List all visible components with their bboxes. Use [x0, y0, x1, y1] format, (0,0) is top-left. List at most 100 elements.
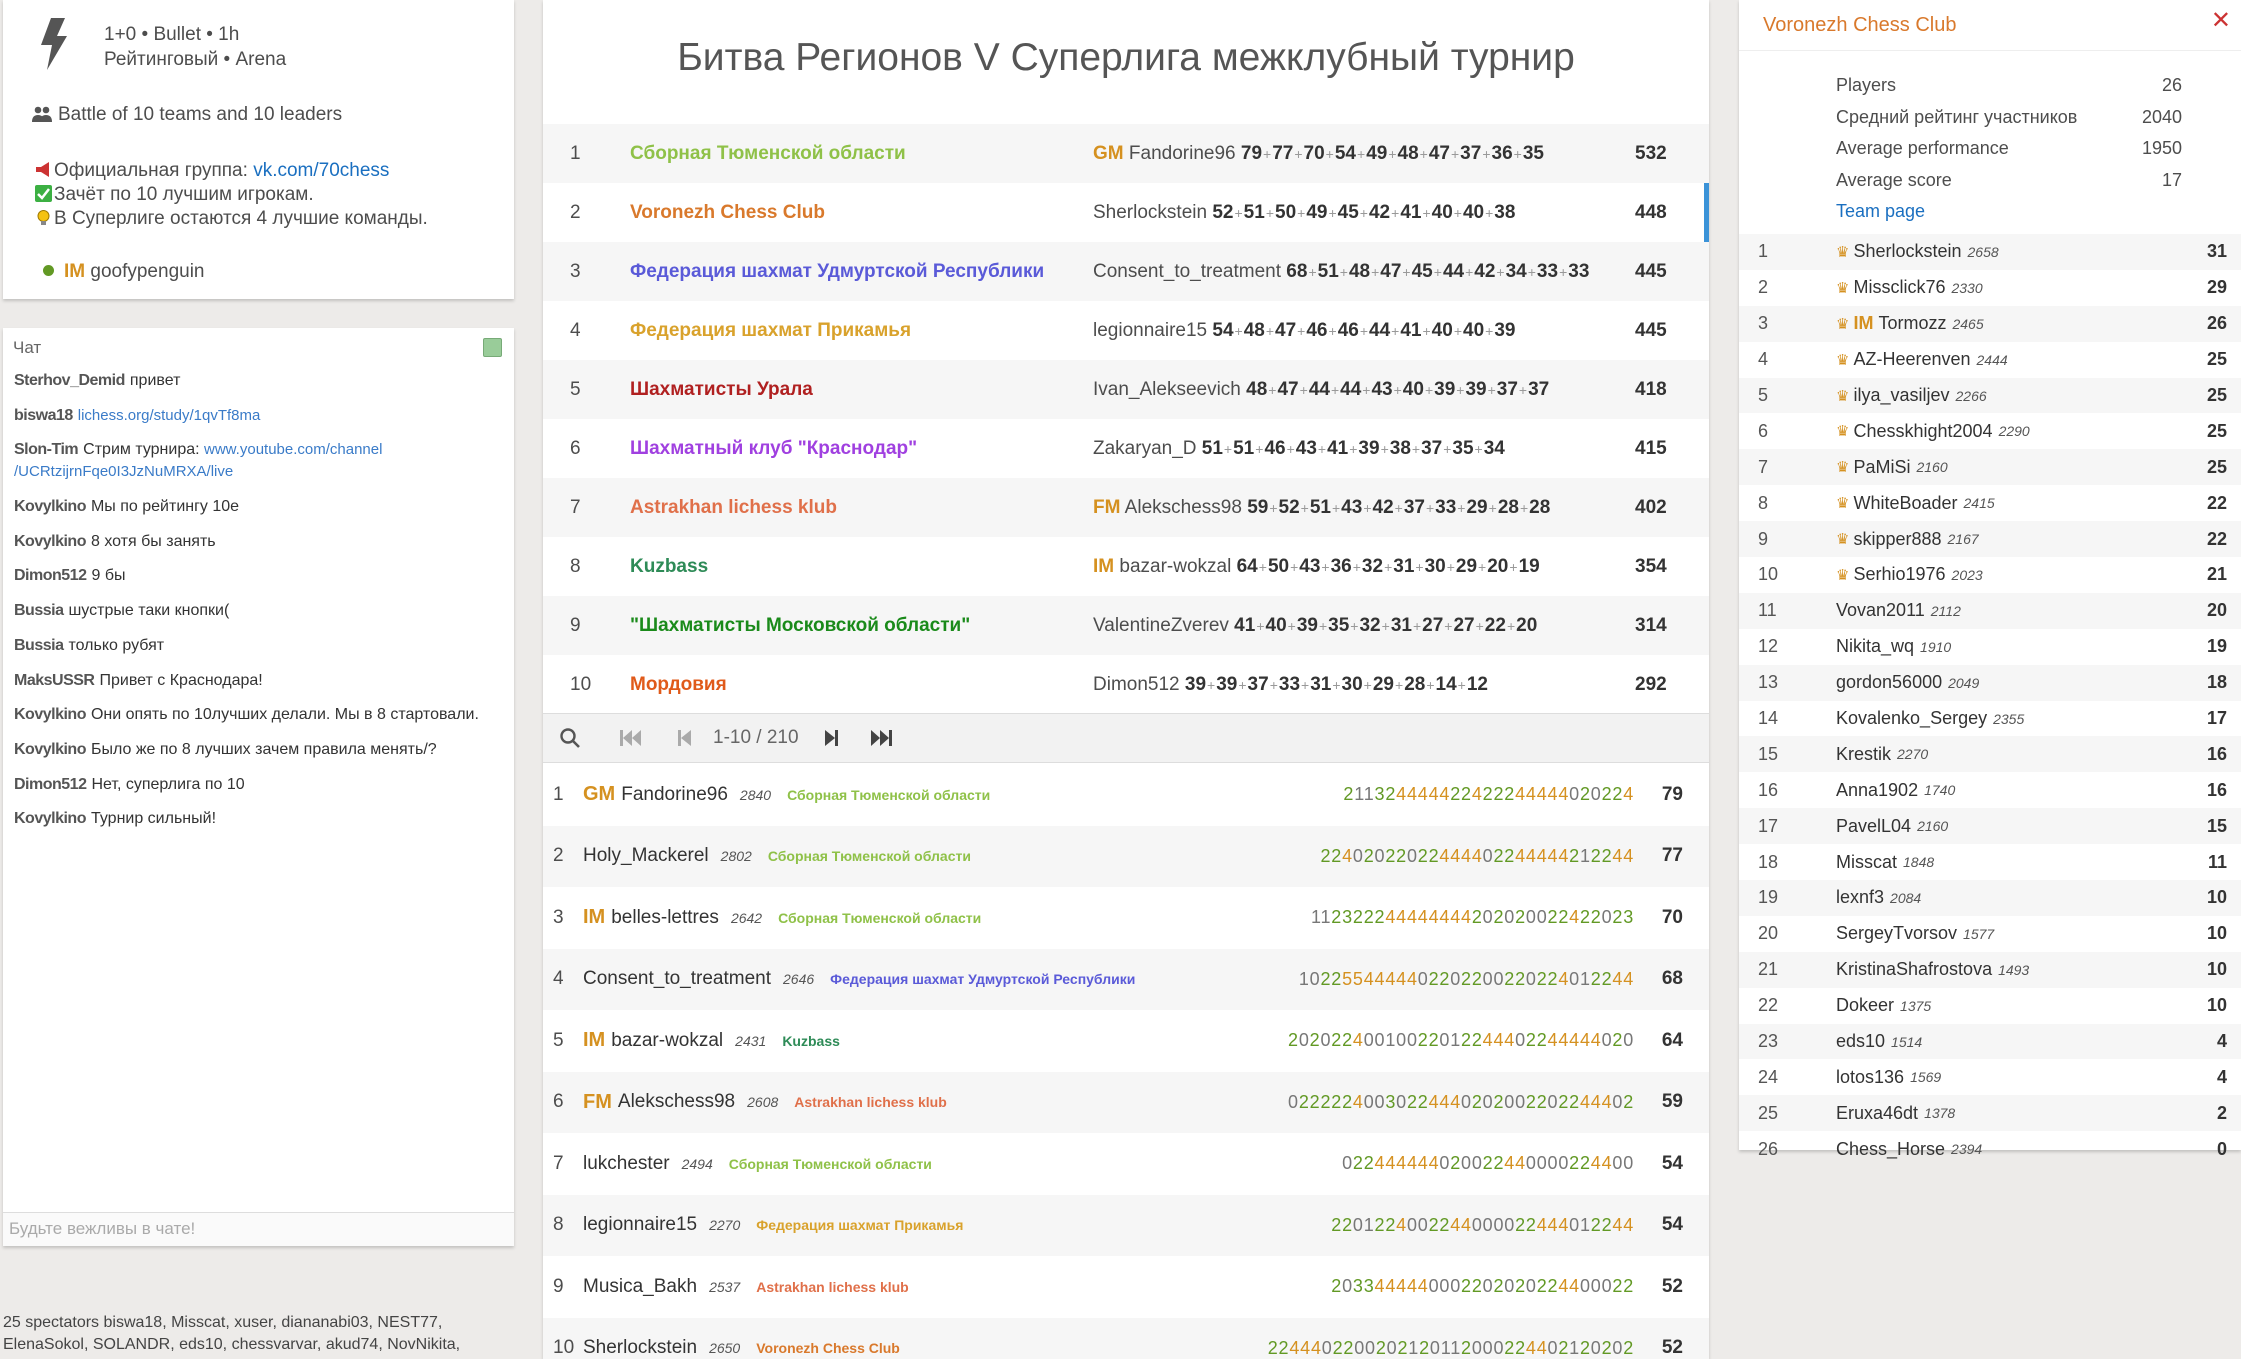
team-name-link[interactable]: Сборная Тюменской области [630, 143, 1093, 165]
member-name[interactable]: Nikita_wq [1836, 636, 1914, 657]
member-name[interactable]: PaMiSi [1853, 457, 1910, 478]
member-name[interactable]: KristinaShafrostova [1836, 959, 1992, 980]
player-team[interactable]: Сборная Тюменской области [787, 787, 990, 803]
team-member-row[interactable]: 26 Chess_Horse 2394 0 [1739, 1131, 2241, 1167]
player-name[interactable]: Consent_to_treatment [583, 968, 771, 990]
team-leader-name[interactable]: ValentineZverev [1093, 615, 1229, 636]
member-name[interactable]: Misscat [1836, 852, 1897, 873]
team-member-row[interactable]: 10 ♛ Serhio1976 2023 21 [1739, 557, 2241, 593]
member-name[interactable]: Kovalenko_Sergey [1836, 708, 1987, 729]
chat-link[interactable]: lichess.org/study/1qvTf8ma [78, 407, 261, 424]
team-member-row[interactable]: 11 Vovan2011 2112 20 [1739, 592, 2241, 629]
team-member-row[interactable]: 16 Anna1902 1740 16 [1739, 772, 2241, 808]
player-team[interactable]: Сборная Тюменской области [778, 910, 981, 926]
team-leader-name[interactable]: Ivan_Alekseevich [1093, 379, 1241, 400]
player-name[interactable]: Fandorine96 [621, 784, 728, 806]
team-row[interactable]: 10 Мордовия Dimon512 39+39+37+33+31+30+29+… [543, 655, 1709, 714]
team-page-link[interactable]: Team page [1836, 196, 2182, 228]
vk-group-link[interactable]: vk.com/70chess [253, 160, 389, 181]
team-name-link[interactable]: Voronezh Chess Club [630, 202, 1093, 224]
team-leader-name[interactable]: Fandorine96 [1129, 143, 1236, 164]
team-member-row[interactable]: 2 ♛ Missclick76 2330 29 [1739, 270, 2241, 306]
member-name[interactable]: Chess_Horse [1836, 1139, 1945, 1160]
chat-username[interactable]: Dimon512 [14, 776, 87, 793]
member-name[interactable]: Serhio1976 [1853, 564, 1945, 585]
player-name[interactable]: bazar-wokzal [611, 1030, 723, 1052]
team-row[interactable]: 5 Шахматисты Урала Ivan_Alekseevich 48+47+… [543, 360, 1709, 419]
member-name[interactable]: SergeyTvorsov [1836, 923, 1957, 944]
member-name[interactable]: Krestik [1836, 744, 1891, 765]
player-team[interactable]: Федерация шахмат Прикамья [756, 1217, 963, 1233]
team-name-link[interactable]: Мордовия [630, 674, 1093, 696]
member-name[interactable]: Tormozz [1878, 313, 1946, 334]
chat-username[interactable]: Kovylkino [14, 810, 86, 827]
team-row[interactable]: 6 Шахматный клуб "Краснодар" Zakaryan_D 51… [543, 419, 1709, 478]
chat-username[interactable]: Slon-Tim [14, 441, 79, 458]
player-name[interactable]: legionnaire15 [583, 1214, 697, 1236]
chat-toggle-checkbox[interactable] [483, 338, 502, 357]
member-name[interactable]: eds10 [1836, 1031, 1885, 1052]
team-name-link[interactable]: "Шахматисты Московской области" [630, 615, 1093, 637]
team-member-row[interactable]: 19 lexnf3 2084 10 [1739, 880, 2241, 916]
team-member-row[interactable]: 23 eds10 1514 4 [1739, 1023, 2241, 1060]
first-page-icon[interactable] [619, 727, 643, 749]
team-name-link[interactable]: Федерация шахмат Прикамья [630, 320, 1093, 342]
team-member-row[interactable]: 15 Krestik 2270 16 [1739, 736, 2241, 773]
chat-username[interactable]: Dimon512 [14, 567, 87, 584]
team-member-row[interactable]: 17 PavelL04 2160 15 [1739, 808, 2241, 845]
member-name[interactable]: WhiteBoader [1853, 493, 1957, 514]
member-name[interactable]: ilya_vasiljev [1853, 385, 1949, 406]
team-leader-name[interactable]: bazar-wokzal [1119, 556, 1231, 577]
player-name[interactable]: Holy_Mackerel [583, 845, 709, 867]
chat-username[interactable]: Kovylkino [14, 706, 86, 723]
team-leader-name[interactable]: Alekschess98 [1125, 497, 1242, 518]
chat-username[interactable]: MaksUSSR [14, 672, 95, 689]
member-name[interactable]: lotos136 [1836, 1067, 1904, 1088]
team-row[interactable]: 9 "Шахматисты Московской области" Valentin… [543, 596, 1709, 655]
player-name[interactable]: lukchester [583, 1153, 670, 1175]
chat-username[interactable]: Kovylkino [14, 533, 86, 550]
team-name-link[interactable]: Шахматный клуб "Краснодар" [630, 438, 1093, 460]
player-team[interactable]: Федерация шахмат Удмуртской Республики [830, 971, 1135, 987]
player-team[interactable]: Kuzbass [782, 1033, 840, 1049]
player-team[interactable]: Сборная Тюменской области [768, 848, 971, 864]
team-name-link[interactable]: Astrakhan lichess klub [630, 497, 1093, 519]
team-member-row[interactable]: 1 ♛ Sherlockstein 2658 31 [1739, 234, 2241, 270]
team-member-row[interactable]: 3 ♛ IM Tormozz 2465 26 [1739, 305, 2241, 342]
member-name[interactable]: PavelL04 [1836, 816, 1911, 837]
team-row[interactable]: 7 Astrakhan lichess klub FM Alekschess98 5… [543, 478, 1709, 537]
chat-username[interactable]: Bussia [14, 602, 64, 619]
team-member-row[interactable]: 22 Dokeer 1375 10 [1739, 988, 2241, 1024]
team-row[interactable]: 2 Voronezh Chess Club Sherlockstein 52+51+… [543, 183, 1709, 242]
player-row[interactable]: 1 GM Fandorine96 2840 Сборная Тюменской обла… [543, 764, 1709, 826]
chat-username[interactable]: Bussia [14, 637, 64, 654]
prev-page-icon[interactable] [677, 727, 693, 749]
player-row[interactable]: 3 IM belles-lettres 2642 Сборная Тюменской о… [543, 887, 1709, 949]
player-row[interactable]: 7 lukchester 2494 Сборная Тюменской области… [543, 1133, 1709, 1195]
team-member-row[interactable]: 6 ♛ Chesskhight2004 2290 25 [1739, 413, 2241, 449]
team-leader-name[interactable]: Dimon512 [1093, 674, 1180, 695]
team-member-row[interactable]: 7 ♛ PaMiSi 2160 25 [1739, 449, 2241, 486]
chat-username[interactable]: biswa18 [14, 407, 73, 424]
team-member-row[interactable]: 14 Kovalenko_Sergey 2355 17 [1739, 701, 2241, 737]
member-name[interactable]: gordon56000 [1836, 672, 1942, 693]
member-name[interactable]: AZ-Heerenven [1853, 349, 1970, 370]
player-row[interactable]: 6 FM Alekschess98 2608 Astrakhan lichess klu… [543, 1071, 1709, 1133]
team-leader-name[interactable]: Zakaryan_D [1093, 438, 1197, 459]
player-team[interactable]: Voronezh Chess Club [756, 1340, 900, 1356]
team-member-row[interactable]: 25 Eruxa46dt 1378 2 [1739, 1095, 2241, 1132]
team-name-link[interactable]: Шахматисты Урала [630, 379, 1093, 401]
player-row[interactable]: 9 Musica_Bakh 2537 Astrakhan lichess klub 20… [543, 1256, 1709, 1318]
player-team[interactable]: Astrakhan lichess klub [794, 1094, 947, 1110]
player-row[interactable]: 10 Sherlockstein 2650 Voronezh Chess Club 22… [543, 1317, 1709, 1359]
player-team[interactable]: Astrakhan lichess klub [756, 1279, 909, 1295]
team-member-row[interactable]: 12 Nikita_wq 1910 19 [1739, 629, 2241, 665]
chat-username[interactable]: Sterhov_Demid [14, 372, 125, 389]
chat-username[interactable]: Kovylkino [14, 498, 86, 515]
team-row[interactable]: 1 Сборная Тюменской области GM Fandorine96… [543, 124, 1709, 183]
team-leader-name[interactable]: legionnaire15 [1093, 320, 1207, 341]
player-name[interactable]: Musica_Bakh [583, 1276, 697, 1298]
member-name[interactable]: Anna1902 [1836, 780, 1918, 801]
team-member-row[interactable]: 24 lotos136 1569 4 [1739, 1059, 2241, 1095]
player-row[interactable]: 5 IM bazar-wokzal 2431 Kuzbass 20202240010022… [543, 1010, 1709, 1072]
